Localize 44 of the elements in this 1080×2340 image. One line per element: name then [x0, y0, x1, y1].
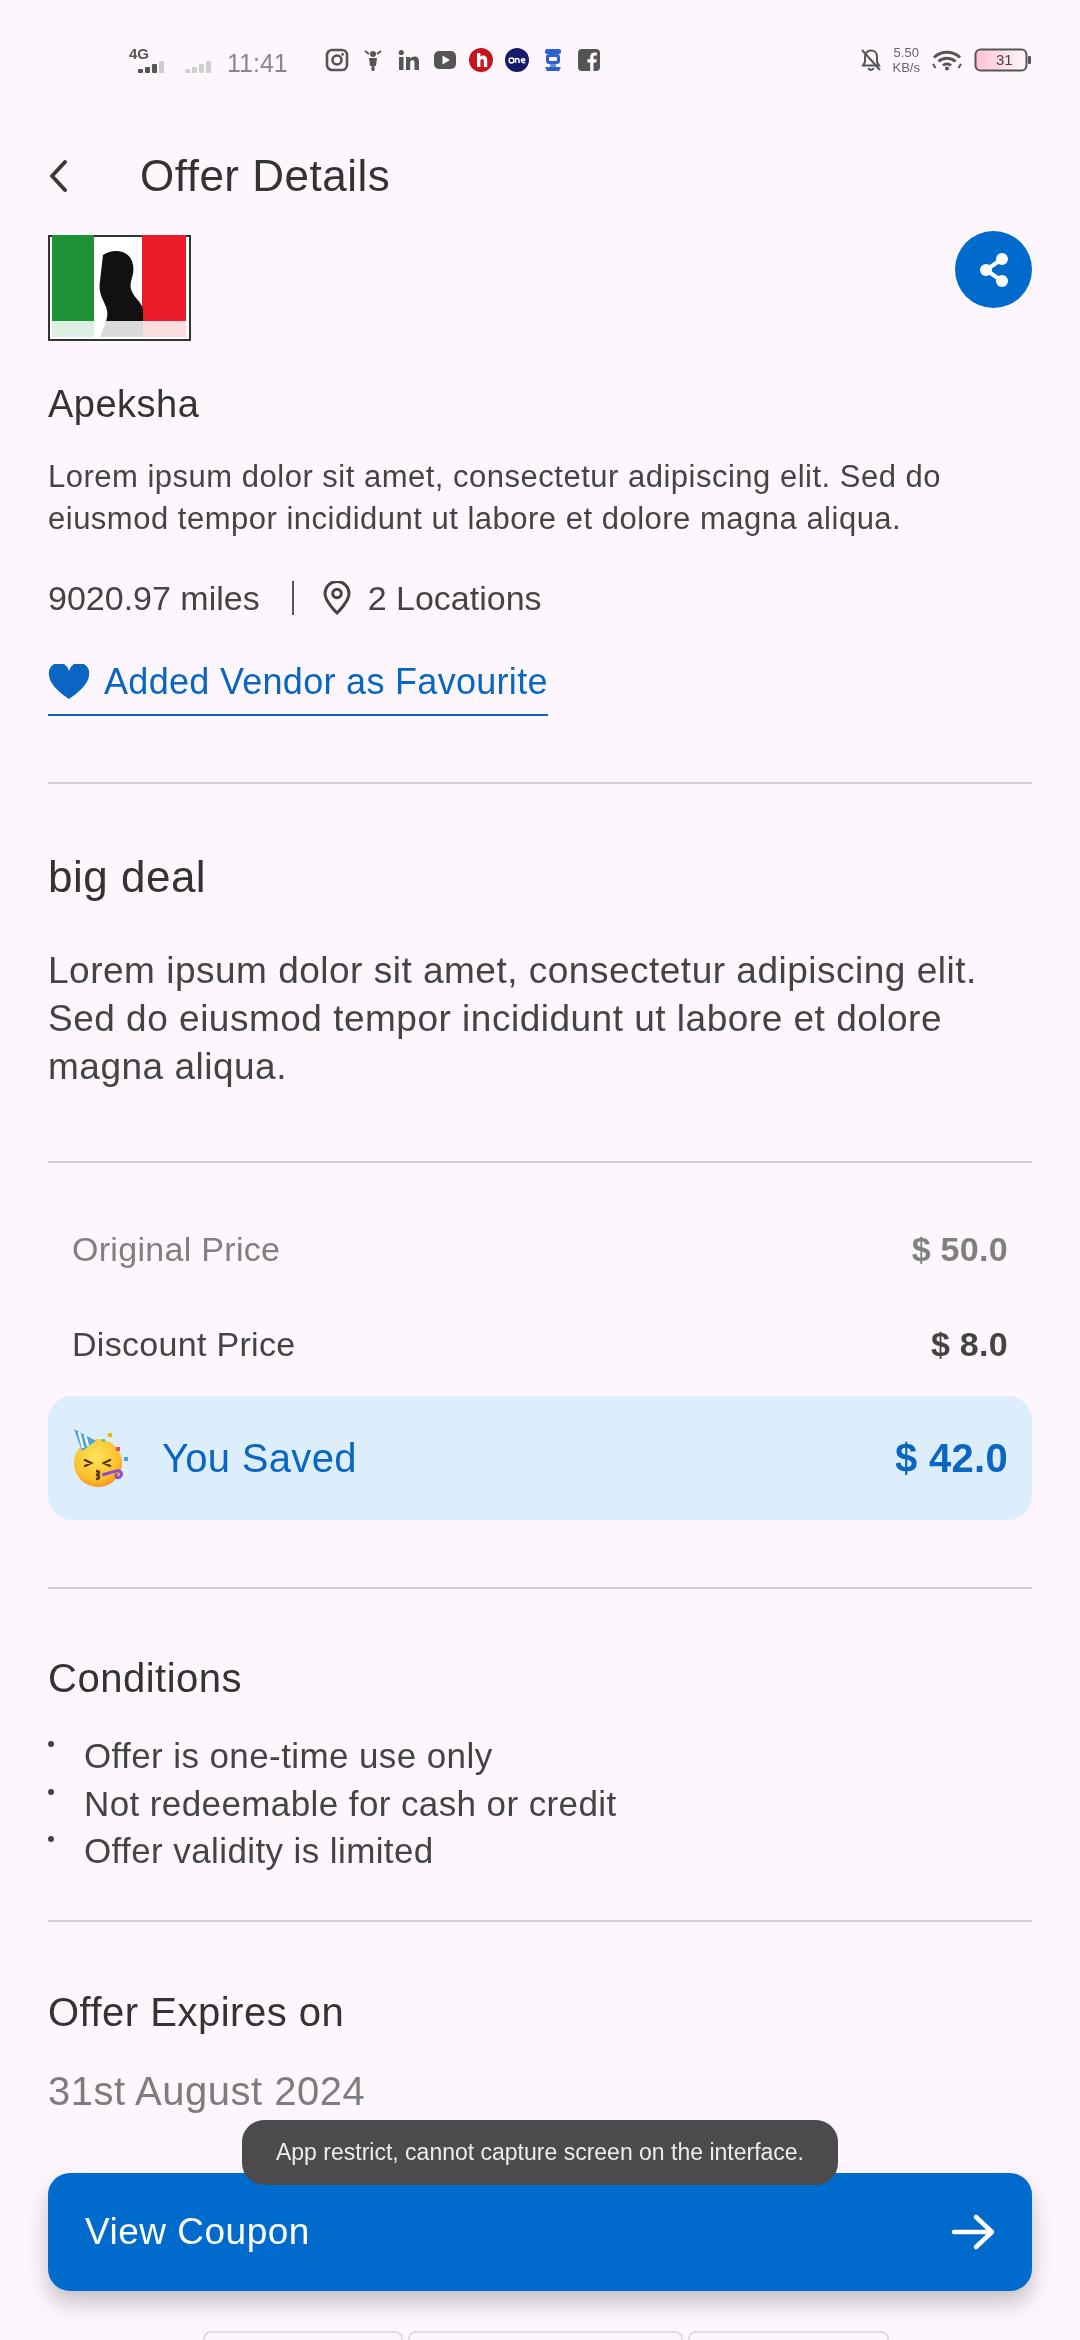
- battery-level-label: 31: [996, 50, 1013, 70]
- distance-label: 9020.97 miles: [48, 578, 260, 619]
- location-pin-icon: [321, 581, 352, 615]
- network-speed-unit: KB/s: [892, 60, 920, 75]
- status-time: 11:41: [227, 48, 288, 78]
- price-value: $ 50.0: [911, 1230, 1008, 1269]
- network-type-label: 4G: [129, 47, 149, 60]
- condition-text: Not redeemable for cash or credit: [84, 1782, 617, 1825]
- expiry-date: 31st August 2024: [48, 2067, 367, 2115]
- price-label: Discount Price: [72, 1325, 296, 1364]
- play-icon: [432, 48, 457, 72]
- vendor-name: Apeksha: [48, 382, 201, 427]
- condition-text: Offer is one-time use only: [84, 1735, 493, 1777]
- app-logo-icon: [396, 48, 421, 72]
- condition-text: Offer validity is limited: [84, 1830, 434, 1872]
- conditions-title: Conditions: [48, 1655, 243, 1702]
- signal-icon: [138, 61, 165, 73]
- signal-icon: [185, 61, 212, 73]
- expiry-title: Offer Expires on: [48, 1988, 346, 2036]
- page-title: Offer Details: [140, 150, 391, 201]
- bullet-icon: [48, 1788, 54, 1795]
- favourite-link[interactable]: Added Vendor as Favourite: [48, 660, 548, 716]
- bullet-icon: [48, 1836, 54, 1842]
- savings-value: $ 42.0: [895, 1435, 1008, 1481]
- bell-off-icon: [859, 48, 882, 72]
- offer-title: big deal: [48, 851, 208, 903]
- wifi-icon: [932, 49, 962, 71]
- savings-label: You Saved: [162, 1435, 357, 1481]
- vendor-description: Lorem ipsum dolor sit amet, consectetur adipiscing elit. Sed do eiusmod tempor incididunt ut labore et dolore magna aliqua.: [48, 458, 943, 538]
- network-speed-value: 5.50: [893, 45, 919, 60]
- camera-icon: [324, 48, 349, 72]
- app-logo-icon: [576, 48, 601, 72]
- arrow-right-icon: [951, 2212, 997, 2251]
- toast-message: App restrict, cannot capture screen on the interface.: [242, 2120, 838, 2185]
- price-label: Original Price: [72, 1230, 281, 1269]
- back-icon: [48, 158, 68, 193]
- price-value: $ 8.0: [930, 1325, 1008, 1364]
- view-coupon-button[interactable]: View Coupon: [48, 2172, 1032, 2291]
- locations-label: 2 Locations: [367, 578, 542, 619]
- bullet-icon: [48, 1741, 54, 1747]
- app-logo-icon: [504, 48, 529, 72]
- app-logo-icon: [468, 48, 493, 72]
- offer-description: Lorem ipsum dolor sit amet, consectetur adipiscing elit. Sed do eiusmod tempor incididunt ut labore et dolore magna aliqua.: [48, 949, 978, 1089]
- battery-icon: [974, 48, 1032, 72]
